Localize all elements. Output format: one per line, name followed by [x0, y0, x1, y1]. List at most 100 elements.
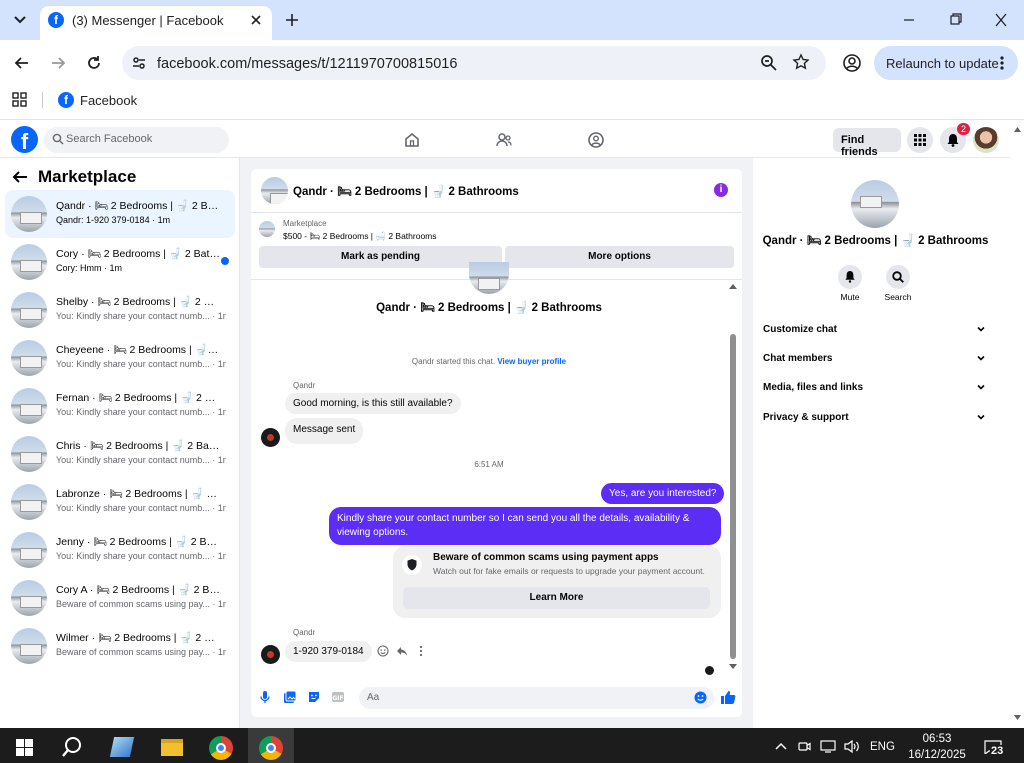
apps-grid-icon[interactable]: [12, 92, 28, 108]
listing-price[interactable]: $500 - 🛏 2 Bedrooms | 🛁 2 Bathrooms: [283, 231, 437, 242]
clock-time[interactable]: 06:53: [907, 733, 967, 745]
gallery-icon[interactable]: [283, 690, 297, 704]
reload-button[interactable]: [84, 53, 104, 73]
conversation-item[interactable]: Cory · 🛏 2 Bedrooms | 🚽 2 Bathrooms Cory…: [5, 238, 235, 286]
incoming-message[interactable]: Good morning, is this still available?: [285, 393, 461, 414]
more-actions-icon[interactable]: [419, 645, 423, 657]
chevron-down-icon: [977, 355, 985, 361]
avatar: [11, 436, 47, 472]
scroll-up-arrow[interactable]: [728, 282, 738, 290]
bookmark-divider: [42, 92, 43, 108]
file-explorer-icon[interactable]: [161, 739, 183, 756]
chat-title[interactable]: Qandr · 🛏 2 Bedrooms | 🚽 2 Bathrooms: [293, 184, 519, 198]
conversation-item[interactable]: Cory A · 🛏 2 Bedrooms | 🚽 2 Bathrooms Be…: [5, 574, 235, 622]
restore-button[interactable]: [946, 12, 964, 28]
chrome-active-icon[interactable]: [248, 728, 294, 763]
privacy-support-row[interactable]: Privacy & support: [763, 412, 988, 423]
profile-icon[interactable]: [842, 53, 862, 73]
chrome-icon[interactable]: [209, 736, 233, 760]
back-button[interactable]: [12, 53, 32, 73]
url-text[interactable]: facebook.com/messages/t/1211970700815016: [157, 56, 457, 72]
groups-icon[interactable]: [587, 131, 605, 149]
reply-icon[interactable]: [396, 645, 408, 657]
page-scroll-up-arrow[interactable]: [1013, 126, 1022, 133]
zoom-icon[interactable]: [760, 54, 778, 72]
conversation-name: Cory · 🛏 2 Bedrooms | 🚽 2 Bathrooms: [56, 248, 221, 260]
unread-dot: [221, 257, 229, 265]
outgoing-message[interactable]: Yes, are you interested?: [601, 483, 725, 504]
close-tab-icon[interactable]: [248, 12, 264, 28]
relaunch-button[interactable]: Relaunch to update: [874, 46, 1018, 80]
marketplace-label: Marketplace: [283, 219, 327, 228]
notification-count: 23: [990, 745, 1005, 757]
conversation-item[interactable]: Wilmer · 🛏 2 Bedrooms | 🚽 2 Bathrooms Be…: [5, 622, 235, 670]
outgoing-message[interactable]: Kindly share your contact number so I ca…: [329, 507, 721, 545]
camera-icon[interactable]: [798, 740, 811, 753]
facebook-bookmark[interactable]: Facebook: [80, 93, 137, 108]
info-icon[interactable]: i: [714, 183, 728, 197]
taskbar-app-icon[interactable]: [109, 737, 135, 757]
site-info-icon[interactable]: [130, 54, 148, 72]
minimize-button[interactable]: [900, 12, 918, 28]
facebook-logo-icon[interactable]: f: [11, 126, 38, 153]
friends-icon[interactable]: [495, 131, 513, 149]
windows-start-icon[interactable]: [16, 739, 33, 756]
bookmark-star-icon[interactable]: [792, 53, 810, 71]
conversation-item[interactable]: Shelby · 🛏 2 Bedrooms | 🚽 2 Bathrooms Yo…: [5, 286, 235, 334]
microphone-icon[interactable]: [259, 690, 271, 704]
incoming-message[interactable]: Message sent: [285, 418, 364, 444]
conversation-item[interactable]: Jenny · 🛏 2 Bedrooms | 🚽 2 Bathrooms You…: [5, 526, 235, 574]
clock-date[interactable]: 16/12/2025: [903, 749, 971, 761]
thumbs-up-icon[interactable]: [720, 689, 736, 705]
page-scrollbar[interactable]: [1010, 121, 1024, 728]
tab-search-button[interactable]: [8, 9, 32, 31]
media-files-links-row[interactable]: Media, files and links: [763, 382, 988, 393]
account-avatar[interactable]: [973, 127, 999, 153]
customize-chat-row[interactable]: Customize chat: [763, 324, 988, 335]
conversation-item[interactable]: Chris · 🛏 2 Bedrooms | 🚽 2 Bathrooms You…: [5, 430, 235, 478]
back-arrow-icon[interactable]: [12, 170, 28, 184]
chat-center-title: Qandr · 🛏 2 Bedrooms | 🚽 2 Bathrooms: [376, 302, 602, 314]
conversation-preview: Beware of common scams using pay... · 1m: [56, 599, 226, 609]
gif-icon[interactable]: GIF: [331, 690, 345, 704]
chevron-down-icon: [14, 16, 26, 24]
time-separator: 6:51 AM: [474, 460, 504, 469]
incoming-message[interactable]: 1-920 379-0184: [285, 641, 372, 662]
chat-members-row[interactable]: Chat members: [763, 353, 988, 364]
avatar: [11, 628, 47, 664]
language-indicator[interactable]: ENG: [870, 741, 895, 753]
conversation-item[interactable]: Labronze · 🛏 2 Bedrooms | 🚽 2 Bathrooms …: [5, 478, 235, 526]
more-vert-icon[interactable]: [1000, 55, 1004, 71]
taskbar-search-icon[interactable]: [61, 736, 83, 758]
page-scroll-down-arrow[interactable]: [1013, 714, 1022, 721]
facebook-bookmark-icon[interactable]: f: [58, 92, 74, 108]
new-tab-button[interactable]: [283, 11, 301, 29]
conversation-name: Wilmer · 🛏 2 Bedrooms | 🚽 2 Bathrooms: [56, 632, 221, 644]
react-emoji-icon[interactable]: [377, 645, 389, 657]
tray-chevron-up-icon[interactable]: [775, 741, 787, 751]
volume-icon[interactable]: [844, 740, 860, 753]
bookmarks-bar: [0, 86, 1024, 120]
conversation-item[interactable]: Cheyeene · 🛏 2 Bedrooms | 🚽 2 Bathrooms …: [5, 334, 235, 382]
mark-as-pending-button[interactable]: Mark as pending: [259, 246, 502, 268]
learn-more-button[interactable]: Learn More: [403, 587, 710, 609]
relaunch-label: Relaunch to update: [886, 56, 999, 71]
more-options-button[interactable]: More options: [505, 246, 734, 268]
forward-button[interactable]: [48, 53, 68, 73]
conversation-item[interactable]: Fernan · 🛏 2 Bedrooms | 🚽 2 Bathrooms Yo…: [5, 382, 235, 430]
home-icon[interactable]: [403, 131, 421, 149]
message-input[interactable]: Aa: [359, 687, 714, 709]
scroll-down-arrow[interactable]: [728, 663, 738, 671]
chat-scrollbar[interactable]: [730, 334, 736, 659]
find-friends-button[interactable]: Find friends: [833, 128, 901, 158]
svg-text:GIF: GIF: [332, 695, 343, 702]
chat-header-avatar[interactable]: [261, 177, 288, 204]
emoji-icon[interactable]: [694, 691, 707, 704]
network-icon[interactable]: [820, 740, 837, 753]
sticker-icon[interactable]: [307, 690, 321, 704]
conversation-item[interactable]: Qandr · 🛏 2 Bedrooms | 🚽 2 Bathrooms Qan…: [5, 190, 235, 238]
close-window-button[interactable]: [992, 12, 1010, 28]
view-buyer-profile-link[interactable]: View buyer profile: [497, 357, 566, 366]
bell-icon: [844, 270, 856, 283]
facebook-favicon-icon: f: [48, 12, 64, 28]
